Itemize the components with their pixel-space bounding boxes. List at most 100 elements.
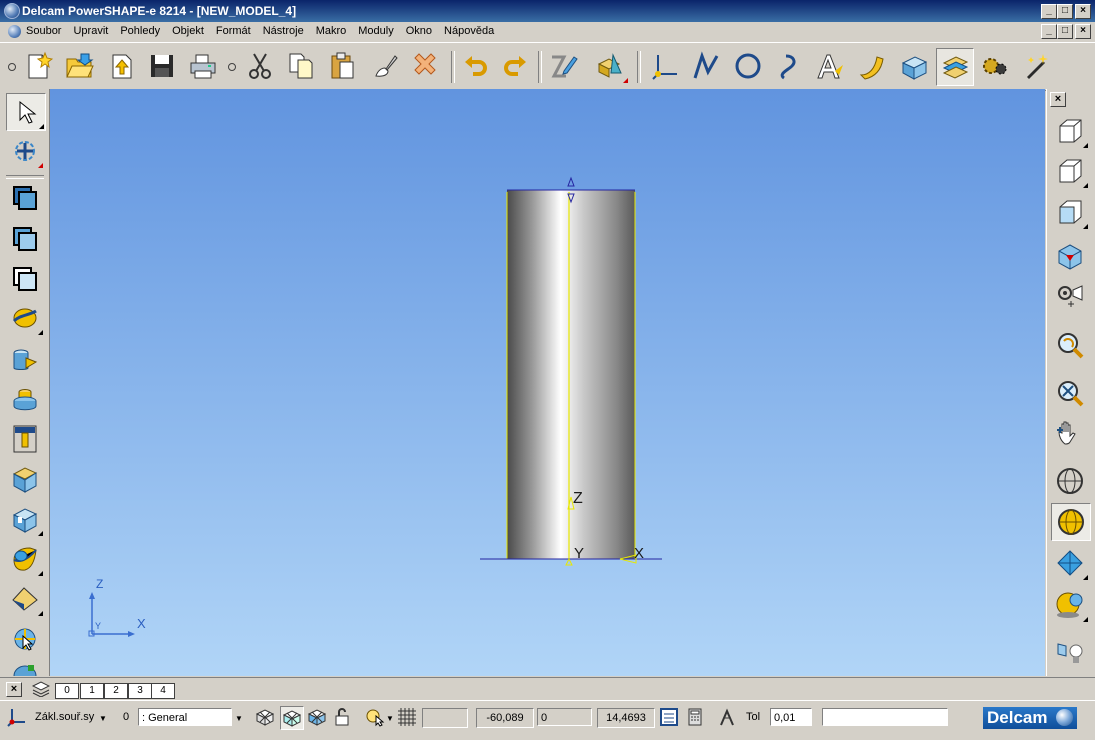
calculator-icon[interactable] bbox=[684, 706, 706, 728]
delete-icon[interactable] bbox=[407, 48, 443, 84]
primitive-icon[interactable] bbox=[6, 261, 44, 297]
toolmaker-icon[interactable] bbox=[977, 48, 1013, 84]
assembly-icon[interactable] bbox=[6, 541, 44, 577]
minimize-button[interactable]: _ bbox=[1041, 4, 1057, 19]
redo-icon[interactable] bbox=[497, 48, 533, 84]
paste-icon[interactable] bbox=[325, 48, 361, 84]
x-coordinate[interactable]: -60,089 bbox=[476, 708, 534, 728]
workplane-icon[interactable] bbox=[648, 48, 684, 84]
view-iso-icon[interactable] bbox=[1051, 153, 1089, 189]
lock-icon[interactable] bbox=[331, 706, 353, 728]
doc-close-button[interactable]: × bbox=[1075, 24, 1091, 39]
menu-okno[interactable]: Okno bbox=[406, 25, 432, 37]
workplane-status-icon[interactable] bbox=[6, 706, 28, 728]
grid-icon[interactable] bbox=[396, 706, 418, 728]
intelligent-cursor-icon[interactable] bbox=[364, 706, 386, 728]
solid-icon[interactable] bbox=[896, 48, 932, 84]
offset-icon[interactable] bbox=[6, 221, 44, 257]
menu-format[interactable]: Formát bbox=[216, 25, 251, 37]
menu-makro[interactable]: Makro bbox=[316, 25, 347, 37]
shading-icon[interactable] bbox=[6, 581, 44, 617]
level-bar-close-button[interactable]: × bbox=[6, 682, 22, 697]
lighting-icon[interactable] bbox=[1051, 635, 1089, 671]
undo-icon[interactable] bbox=[458, 48, 494, 84]
command-input[interactable] bbox=[822, 708, 948, 726]
cursor-dropdown-arrow[interactable]: ▼ bbox=[386, 714, 394, 723]
curve-icon[interactable] bbox=[771, 48, 807, 84]
app-icon[interactable] bbox=[4, 3, 20, 19]
open-model-icon[interactable] bbox=[61, 48, 97, 84]
arc-icon[interactable] bbox=[730, 48, 766, 84]
level-tab-1[interactable]: 1 bbox=[80, 683, 104, 699]
tolerance-input[interactable]: 0,01 bbox=[770, 708, 812, 726]
workplane-select[interactable]: Zákl.souř.sy bbox=[35, 708, 94, 726]
measure-icon[interactable] bbox=[6, 621, 44, 657]
workplane-dropdown-arrow[interactable]: ▼ bbox=[99, 714, 107, 723]
toolbar-grip[interactable] bbox=[8, 63, 16, 71]
block-icon[interactable] bbox=[6, 501, 44, 537]
translucent-icon[interactable] bbox=[1051, 545, 1089, 581]
menu-objekt[interactable]: Objekt bbox=[172, 25, 204, 37]
view-rotate-icon[interactable] bbox=[1051, 279, 1089, 315]
menu-nastroje[interactable]: Nástroje bbox=[263, 25, 304, 37]
select-solid-icon[interactable] bbox=[254, 706, 276, 728]
pan-icon[interactable] bbox=[1051, 415, 1089, 451]
level-tab-4[interactable]: 4 bbox=[151, 683, 175, 699]
workplane-icon[interactable] bbox=[6, 180, 44, 216]
level-tab-0[interactable]: 0 bbox=[55, 683, 79, 699]
new-model-icon[interactable] bbox=[20, 48, 56, 84]
menu-napoveda[interactable]: Nápověda bbox=[444, 25, 494, 37]
wizard-icon[interactable] bbox=[1018, 48, 1054, 84]
wireframe-icon[interactable] bbox=[1051, 463, 1089, 499]
doc-restore-button[interactable]: □ bbox=[1057, 24, 1073, 39]
solid-extrude-icon[interactable] bbox=[6, 341, 44, 377]
transform-icon[interactable] bbox=[6, 133, 44, 169]
import-icon[interactable] bbox=[104, 48, 140, 84]
model-canvas[interactable]: Z Y X Z Y X bbox=[50, 89, 1045, 676]
text-icon[interactable] bbox=[812, 48, 848, 84]
save-icon[interactable] bbox=[144, 48, 180, 84]
line-icon[interactable] bbox=[688, 48, 724, 84]
select-wire-icon[interactable] bbox=[306, 706, 328, 728]
tolerance-icon[interactable] bbox=[716, 706, 738, 728]
solid-feature-icon[interactable] bbox=[593, 48, 629, 84]
cylinder-body[interactable] bbox=[507, 190, 635, 559]
z-coordinate[interactable]: 14,4693 bbox=[597, 708, 655, 728]
menu-upravit[interactable]: Upravit bbox=[73, 25, 108, 37]
toolbar-grip-2[interactable] bbox=[228, 63, 236, 71]
more-tools-icon[interactable] bbox=[6, 661, 44, 676]
y-coordinate[interactable]: 0 bbox=[537, 708, 592, 726]
cut-icon[interactable] bbox=[242, 48, 278, 84]
copy-icon[interactable] bbox=[283, 48, 319, 84]
shaded-icon[interactable] bbox=[1051, 503, 1091, 541]
close-button[interactable]: × bbox=[1075, 4, 1091, 19]
right-toolbar-close-button[interactable]: × bbox=[1050, 92, 1066, 107]
absolute-coordinates-icon[interactable] bbox=[658, 706, 680, 728]
graphics-viewport[interactable]: Z Y X Z Y X bbox=[50, 89, 1045, 676]
zoom-rotate-icon[interactable] bbox=[1051, 327, 1089, 363]
print-icon[interactable] bbox=[185, 48, 221, 84]
library-icon[interactable] bbox=[6, 461, 44, 497]
document-icon[interactable] bbox=[8, 25, 21, 38]
cylinder-icon[interactable] bbox=[6, 381, 44, 417]
level-select[interactable]: : General bbox=[138, 708, 232, 726]
menu-moduly[interactable]: Moduly bbox=[358, 25, 393, 37]
zoom-all-icon[interactable] bbox=[1051, 375, 1089, 411]
view-3d-icon[interactable] bbox=[1051, 239, 1089, 275]
levels-icon[interactable] bbox=[31, 681, 51, 700]
electrode-icon[interactable] bbox=[936, 48, 974, 86]
menu-pohledy[interactable]: Pohledy bbox=[120, 25, 160, 37]
general-edit-icon[interactable] bbox=[545, 48, 581, 84]
material-icon[interactable] bbox=[1051, 587, 1089, 623]
menu-soubor[interactable]: Soubor bbox=[26, 25, 61, 37]
view-top-icon[interactable] bbox=[1051, 113, 1089, 149]
surface-plane-icon[interactable] bbox=[6, 300, 44, 336]
component-icon[interactable] bbox=[6, 421, 44, 457]
select-surface-icon[interactable] bbox=[280, 706, 304, 730]
erase-icon[interactable] bbox=[366, 48, 402, 84]
level-tab-2[interactable]: 2 bbox=[104, 683, 128, 699]
view-front-icon[interactable] bbox=[1051, 194, 1089, 230]
surface-icon[interactable] bbox=[854, 48, 890, 84]
maximize-button[interactable]: □ bbox=[1057, 4, 1073, 19]
doc-minimize-button[interactable]: _ bbox=[1041, 24, 1057, 39]
